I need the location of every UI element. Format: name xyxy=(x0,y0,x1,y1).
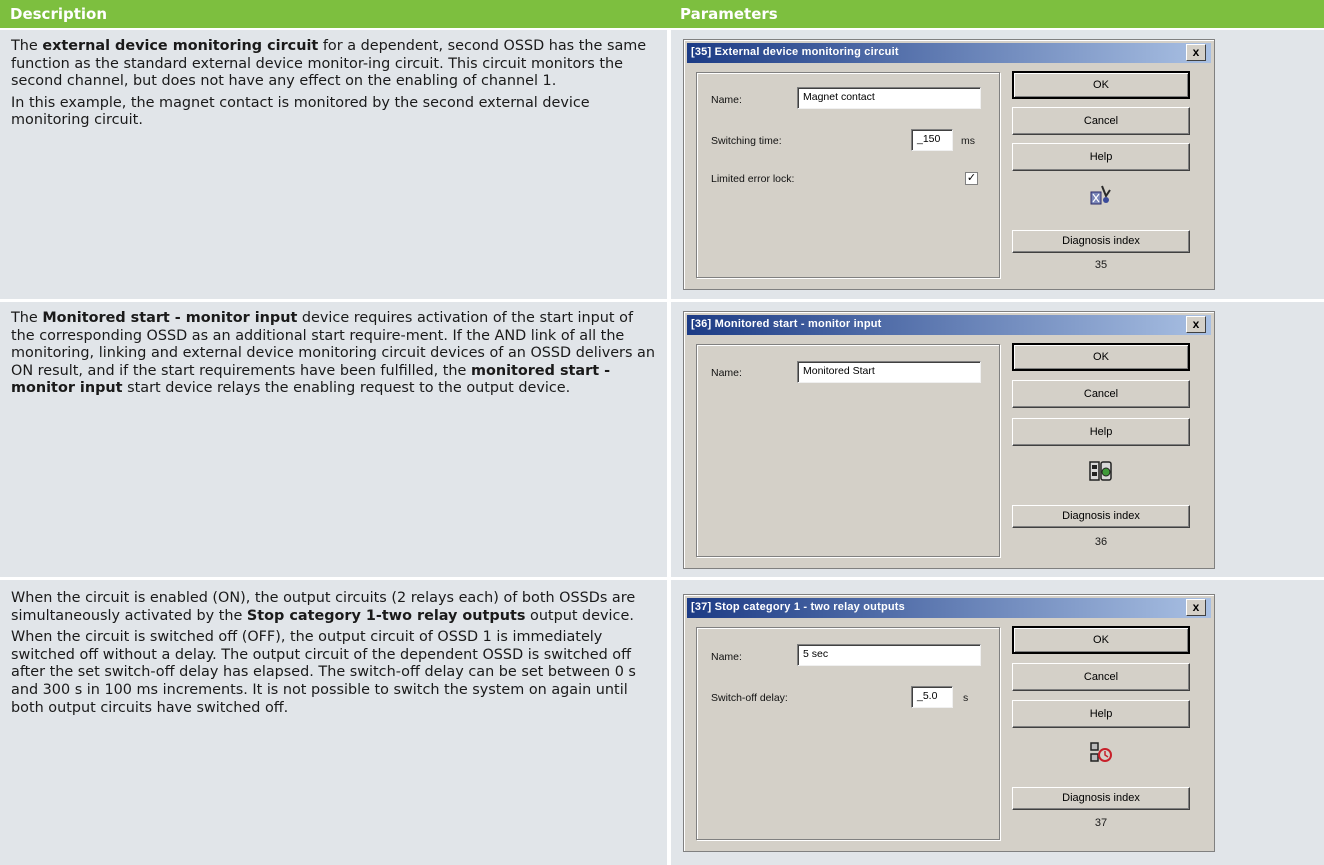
description-text: When the circuit is enabled (ON), the ou… xyxy=(11,590,661,721)
close-button[interactable]: x xyxy=(1186,316,1206,333)
parameters-cell: [36] Monitored start - monitor input x N… xyxy=(671,302,1324,577)
help-button[interactable]: Help xyxy=(1012,418,1190,446)
close-button[interactable]: x xyxy=(1186,599,1206,616)
table-row: The external device monitoring circuit f… xyxy=(0,30,1324,299)
text-run: output device. xyxy=(525,607,634,624)
parameters-cell: [35] External device monitoring circuit … xyxy=(671,30,1324,299)
switching-time-label: Switching time: xyxy=(711,135,782,147)
header-description: Description xyxy=(10,5,108,23)
name-field[interactable]: Monitored Start xyxy=(797,361,981,383)
dialog-title: [37] Stop category 1 - two relay outputs xyxy=(687,598,1211,618)
description-cell: When the circuit is enabled (ON), the ou… xyxy=(0,580,667,865)
name-label: Name: xyxy=(711,651,742,663)
cancel-button[interactable]: Cancel xyxy=(1012,663,1190,691)
start-button-icon xyxy=(1089,461,1112,481)
ok-button[interactable]: OK xyxy=(1012,626,1190,654)
help-button[interactable]: Help xyxy=(1012,700,1190,728)
settings-panel: Name: Magnet contact Switching time: _15… xyxy=(696,72,1000,278)
diagnosis-index-button[interactable]: Diagnosis index xyxy=(1012,230,1190,253)
name-field[interactable]: 5 sec xyxy=(797,644,981,666)
diagnosis-index-value: 35 xyxy=(1094,259,1108,271)
parameters-cell: [37] Stop category 1 - two relay outputs… xyxy=(671,580,1324,865)
dialog-monitored-start: [36] Monitored start - monitor input x N… xyxy=(683,311,1215,569)
close-button[interactable]: x xyxy=(1186,44,1206,61)
dialog-stop-category-1: [37] Stop category 1 - two relay outputs… xyxy=(683,594,1215,852)
settings-panel: Name: Monitored Start xyxy=(696,344,1000,557)
diagnosis-index-button[interactable]: Diagnosis index xyxy=(1012,787,1190,810)
description-cell: The external device monitoring circuit f… xyxy=(0,30,667,299)
device-monitoring-icon xyxy=(1090,185,1111,205)
switch-off-delay-unit: s xyxy=(963,692,969,704)
limited-error-lock-label: Limited error lock: xyxy=(711,173,795,185)
settings-panel: Name: 5 sec Switch-off delay: _5.0 s xyxy=(696,627,1000,840)
description-cell: The Monitored start - monitor input devi… xyxy=(0,302,667,577)
help-button[interactable]: Help xyxy=(1012,143,1190,171)
cancel-button[interactable]: Cancel xyxy=(1012,107,1190,135)
text-run: The xyxy=(11,310,43,326)
paragraph: When the circuit is switched off (OFF), … xyxy=(11,629,636,716)
diagnosis-index-button[interactable]: Diagnosis index xyxy=(1012,505,1190,528)
switching-time-unit: ms xyxy=(961,135,975,147)
parameter-table: Description Parameters The external devi… xyxy=(0,0,1324,865)
limited-error-lock-checkbox[interactable]: ✓ xyxy=(965,172,978,185)
name-field[interactable]: Magnet contact xyxy=(797,87,981,109)
bold-term: Monitored start - monitor input xyxy=(42,310,298,326)
switching-time-field[interactable]: _150 xyxy=(911,129,953,151)
name-label: Name: xyxy=(711,367,742,379)
diagnosis-index-value: 37 xyxy=(1094,817,1108,829)
ok-button[interactable]: OK xyxy=(1012,343,1190,371)
bold-term: Stop category 1-two relay outputs xyxy=(246,607,526,624)
table-row: When the circuit is enabled (ON), the ou… xyxy=(0,580,1324,865)
ok-button[interactable]: OK xyxy=(1012,71,1190,99)
header-parameters: Parameters xyxy=(680,5,778,23)
switch-off-delay-field[interactable]: _5.0 xyxy=(911,686,953,708)
dialog-external-device-monitoring: [35] External device monitoring circuit … xyxy=(683,39,1215,290)
bold-term: external device monitoring circuit xyxy=(42,38,319,54)
table-header: Description Parameters xyxy=(0,0,1324,28)
paragraph: In this example, the magnet contact is m… xyxy=(11,94,590,129)
cancel-button[interactable]: Cancel xyxy=(1012,380,1190,408)
name-label: Name: xyxy=(711,94,742,106)
switch-off-delay-label: Switch-off delay: xyxy=(711,692,788,704)
table-row: The Monitored start - monitor input devi… xyxy=(0,302,1324,577)
description-text: The Monitored start - monitor input devi… xyxy=(11,310,661,402)
text-run: The xyxy=(11,38,43,54)
diagnosis-index-value: 36 xyxy=(1094,536,1108,548)
description-text: The external device monitoring circuit f… xyxy=(11,38,661,134)
relay-timer-icon xyxy=(1090,742,1112,762)
dialog-title: [36] Monitored start - monitor input xyxy=(687,315,1211,335)
dialog-title: [35] External device monitoring circuit xyxy=(687,43,1211,63)
text-run: start device relays the enabling request… xyxy=(122,380,571,397)
